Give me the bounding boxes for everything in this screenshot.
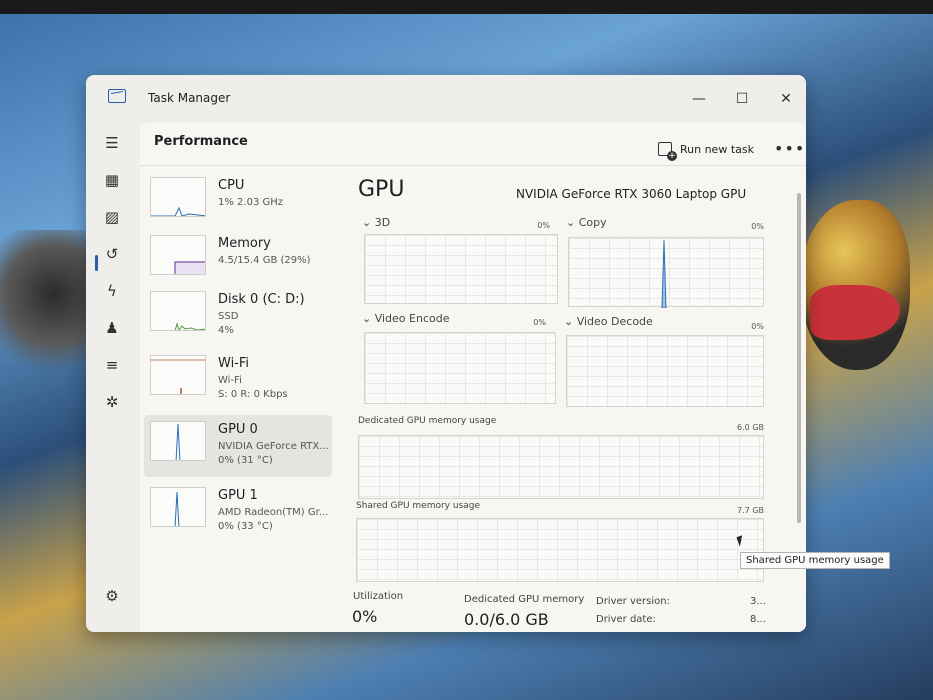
engine-copy-dropdown[interactable]: ⌄ Copy: [566, 216, 607, 229]
device-subtitle: 4.5/15.4 GB (29%): [218, 255, 311, 266]
engine-label: Video Encode: [374, 312, 450, 325]
settings-icon[interactable]: ⚙: [98, 582, 126, 610]
gpu-1-thumbnail-graph: [150, 487, 206, 527]
task-manager-icon: [108, 89, 126, 103]
device-item-wifi[interactable]: Wi-Fi Wi-Fi S: 0 R: 0 Kbps: [144, 349, 332, 411]
details-icon[interactable]: ≡: [98, 351, 126, 379]
engine-video-decode-graph: [566, 335, 764, 407]
run-new-task-label: Run new task: [680, 142, 754, 156]
desktop-top-bezel: [0, 0, 933, 14]
processes-icon[interactable]: ▦: [98, 166, 126, 194]
device-item-memory[interactable]: Memory 4.5/15.4 GB (29%): [144, 229, 332, 291]
utilization-label: Utilization: [353, 591, 404, 602]
run-new-task-button[interactable]: Run new task: [658, 142, 754, 161]
engine-3d-percent: 0%: [537, 221, 550, 230]
device-item-gpu-0[interactable]: GPU 0 NVIDIA GeForce RTX... 0% (31 °C): [144, 415, 332, 477]
shared-memory-tooltip: Shared GPU memory usage: [740, 552, 890, 569]
app-history-icon[interactable]: ↺: [98, 240, 126, 268]
header-divider: [140, 165, 806, 166]
maximize-button[interactable]: ☐: [727, 87, 757, 111]
driver-date-value: 8...: [750, 614, 766, 625]
shared-memory-max: 7.7 GB: [737, 506, 764, 515]
device-subtitle: Wi-Fi: [218, 375, 242, 386]
device-name: GPU 0: [218, 422, 258, 437]
detail-scrollbar[interactable]: [797, 193, 801, 523]
device-usage: 4%: [218, 325, 234, 336]
device-name: Wi-Fi: [218, 356, 250, 371]
gpu-model-name: NVIDIA GeForce RTX 3060 Laptop GPU: [516, 187, 747, 201]
device-item-gpu-1[interactable]: GPU 1 AMD Radeon(TM) Gr... 0% (33 °C): [144, 481, 332, 543]
nav-rail: ☰ ▦ ▨ ↺ ϟ ♟ ≡ ✲ ⚙: [86, 123, 140, 632]
disk-thumbnail-graph: [150, 291, 206, 331]
minimize-button[interactable]: —: [684, 87, 714, 111]
utilization-value: 0%: [352, 607, 378, 626]
engine-3d-dropdown[interactable]: ⌄ 3D: [362, 216, 390, 229]
gpu-0-thumbnail-graph: [150, 421, 206, 461]
device-name: Memory: [218, 236, 271, 251]
engine-label: 3D: [374, 216, 391, 229]
hamburger-icon[interactable]: ☰: [98, 129, 126, 157]
dedicated-memory-graph: [358, 435, 764, 499]
engine-label: Video Decode: [576, 315, 653, 328]
engine-label: Copy: [578, 216, 607, 229]
engine-video-decode-dropdown[interactable]: ⌄ Video Decode: [564, 315, 653, 328]
gpu-detail-pane: GPU NVIDIA GeForce RTX 3060 Laptop GPU ⌄…: [352, 171, 794, 632]
device-item-disk[interactable]: Disk 0 (C: D:) SSD 4%: [144, 285, 332, 347]
cpu-thumbnail-graph: [150, 177, 206, 217]
engine-video-encode-dropdown[interactable]: ⌄ Video Encode: [362, 312, 449, 325]
device-list: CPU 1% 2.03 GHz Memory 4.5/15.4 GB (29%)…: [140, 171, 340, 632]
device-subtitle: 1% 2.03 GHz: [218, 197, 284, 208]
task-manager-window: Task Manager — ☐ ✕ ☰ ▦ ▨ ↺ ϟ ♟ ≡ ✲ ⚙ Per…: [86, 75, 806, 632]
device-subtitle: NVIDIA GeForce RTX...: [218, 441, 329, 452]
close-button[interactable]: ✕: [771, 87, 801, 111]
driver-version-label: Driver version:: [596, 596, 670, 607]
dedicated-gpu-memory-value: 0.0/6.0 GB: [464, 610, 549, 629]
desktop-wallpaper-left: [0, 230, 90, 390]
device-subtitle: AMD Radeon(TM) Gr...: [218, 507, 329, 518]
dedicated-gpu-memory-label: Dedicated GPU memory: [464, 594, 585, 605]
gpu-title: GPU: [358, 177, 405, 202]
dedicated-memory-max: 6.0 GB: [737, 423, 764, 432]
performance-icon[interactable]: ▨: [98, 203, 126, 231]
users-icon[interactable]: ♟: [98, 314, 126, 342]
dedicated-memory-label: Dedicated GPU memory usage: [358, 416, 497, 426]
device-usage: 0% (31 °C): [218, 455, 273, 466]
driver-version-value: 3...: [750, 596, 766, 607]
device-name: GPU 1: [218, 488, 258, 503]
device-subtitle: SSD: [218, 311, 239, 322]
driver-date-label: Driver date:: [596, 614, 656, 625]
window-title: Task Manager: [148, 91, 231, 105]
title-bar[interactable]: Task Manager — ☐ ✕: [86, 75, 806, 123]
more-options-button[interactable]: •••: [774, 139, 805, 158]
device-name: CPU: [218, 178, 245, 193]
shared-memory-graph[interactable]: [356, 518, 764, 582]
run-task-icon: [658, 142, 677, 161]
startup-apps-icon[interactable]: ϟ: [98, 277, 126, 305]
services-icon[interactable]: ✲: [98, 388, 126, 416]
memory-thumbnail-graph: [150, 235, 206, 275]
engine-copy-percent: 0%: [751, 222, 764, 231]
device-throughput: S: 0 R: 0 Kbps: [218, 389, 288, 400]
engine-copy-graph: [568, 237, 764, 308]
page-title: Performance: [154, 134, 248, 149]
wifi-thumbnail-graph: [150, 355, 206, 395]
engine-video-decode-percent: 0%: [751, 322, 764, 331]
engine-video-encode-percent: 0%: [533, 318, 546, 327]
device-item-cpu[interactable]: CPU 1% 2.03 GHz: [144, 171, 332, 233]
shared-memory-label: Shared GPU memory usage: [356, 501, 481, 511]
device-usage: 0% (33 °C): [218, 521, 273, 532]
engine-3d-graph: [364, 234, 558, 304]
device-name: Disk 0 (C: D:): [218, 292, 305, 307]
performance-panel: Performance Run new task ••• CPU 1% 2.03…: [140, 123, 806, 632]
engine-video-encode-graph: [364, 332, 556, 404]
